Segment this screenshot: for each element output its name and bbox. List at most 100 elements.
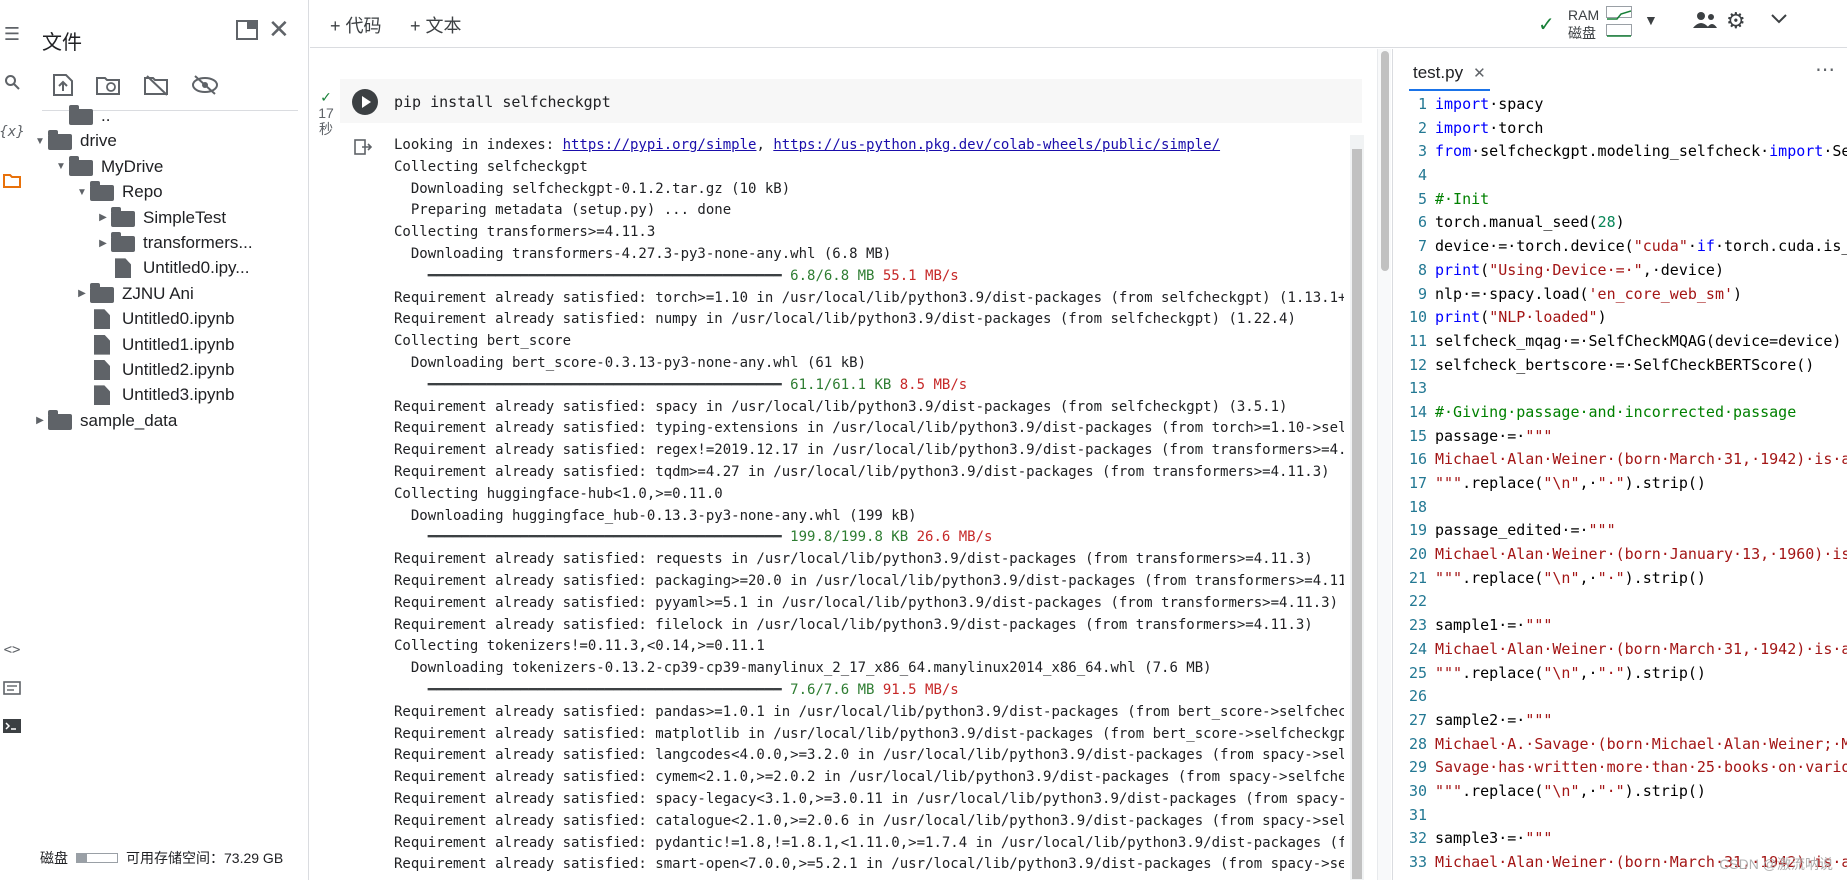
folder-item[interactable]: ▶ ZJNU Ani (74, 280, 194, 308)
resource-monitor[interactable]: RAM 磁盘 (1568, 6, 1599, 42)
code-line[interactable]: 22 (1393, 590, 1847, 614)
share-people-icon[interactable] (1692, 10, 1718, 35)
code-line[interactable]: 10 print("NLP·loaded") (1393, 306, 1847, 330)
caret-right-icon[interactable]: ▶ (95, 212, 111, 223)
line-number: 13 (1408, 379, 1427, 398)
code-line[interactable]: 27 sample2·=·""" (1393, 709, 1847, 733)
search-icon[interactable] (0, 70, 24, 94)
code-line[interactable]: 24 Michael·Alan·Weiner·(born·March·31,·19… (1393, 638, 1847, 662)
output-scrollbar[interactable] (1350, 135, 1364, 880)
code-line[interactable]: 25 """.replace("\n",·"·").strip() (1393, 662, 1847, 686)
folder-item[interactable]: .. (53, 102, 110, 130)
code-token: """ (1525, 616, 1553, 635)
close-tab-icon[interactable]: ✕ (1473, 64, 1486, 82)
code-token: ·selfcheckgpt.modeling_selfcheck· (1471, 142, 1770, 161)
code-line[interactable]: 8 print("Using·Device·=·",·device) (1393, 259, 1847, 283)
editor-tab[interactable]: test.py ✕ (1409, 57, 1490, 91)
settings-gear-icon[interactable]: ⚙ (1726, 8, 1746, 34)
notebook-scrollbar[interactable] (1377, 49, 1391, 880)
refresh-folder-icon[interactable] (94, 70, 124, 100)
folder-item[interactable]: ▼ drive (32, 127, 117, 155)
code-line[interactable]: 19 passage_edited·=·""" (1393, 519, 1847, 543)
code-line[interactable]: 15 passage·=·""" (1393, 425, 1847, 449)
index-link[interactable]: https://us-python.pkg.dev/colab-wheels/p… (773, 137, 1220, 153)
output-scrollbar-thumb[interactable] (1352, 149, 1362, 879)
code-line[interactable]: 18 (1393, 496, 1847, 520)
file-item[interactable]: Untitled2.ipynb (74, 356, 234, 384)
index-link[interactable]: https://pypi.org/simple (563, 137, 757, 153)
code-line[interactable]: 16 Michael·Alan·Weiner·(born·March·31,·19… (1393, 448, 1847, 472)
resources-dropdown-icon[interactable]: ▼ (1644, 12, 1658, 28)
folder-item[interactable]: ▼ MyDrive (53, 153, 163, 181)
table-of-contents-icon[interactable]: ☰ (0, 22, 24, 46)
code-line[interactable]: 20 Michael·Alan·Weiner·(born·January·13,·… (1393, 543, 1847, 567)
output-text: Requirement already satisfied: regex!=20… (394, 442, 1344, 459)
code-line[interactable]: 2 import·torch (1393, 117, 1847, 141)
output-text: Requirement already satisfied: spacy in … (394, 398, 1288, 415)
folder-item[interactable]: ▶ transformers... (95, 229, 253, 257)
add-code-button[interactable]: + 代码 (330, 12, 382, 38)
code-line[interactable]: 17 """.replace("\n",·"·").strip() (1393, 472, 1847, 496)
code-line[interactable]: 3 from·selfcheckgpt.modeling_selfcheck·im… (1393, 140, 1847, 164)
code-line[interactable]: 28 Michael·A.·Savage·(born·Michael·Alan·W… (1393, 733, 1847, 757)
code-text: nlp·=·spacy.load('en_core_web_sm') (1435, 283, 1742, 307)
folder-item[interactable]: ▶ SimpleTest (95, 204, 226, 232)
code-snippets-icon[interactable]: <> (0, 638, 24, 662)
code-token: #·Init (1435, 189, 1490, 208)
code-token: import (1435, 118, 1490, 137)
open-in-tab-icon[interactable] (236, 20, 258, 46)
unmount-drive-icon[interactable] (142, 70, 172, 100)
file-panel: 文件 ✕ .. ▼ drive ▼ MyDrive ▼ Repo ▶ SimpleTest ▶ tr… (30, 0, 309, 880)
collapse-chevron-icon[interactable] (1770, 12, 1788, 30)
caret-right-icon[interactable]: ▶ (95, 238, 111, 249)
hide-hidden-files-icon[interactable] (190, 70, 220, 100)
code-line[interactable]: 6 torch.manual_seed(28) (1393, 211, 1847, 235)
editor-code[interactable]: 1 import·spacy 2 import·torch 3 from·selfchec… (1393, 93, 1847, 875)
caret-down-icon[interactable]: ▼ (53, 161, 69, 172)
code-line[interactable]: 21 """.replace("\n",·"·").strip() (1393, 567, 1847, 591)
output-actions-icon[interactable] (354, 139, 373, 160)
file-item[interactable]: Untitled0.ipy... (95, 254, 249, 282)
caret-right-icon[interactable]: ▶ (74, 288, 90, 299)
folder-icon (69, 155, 93, 176)
code-line[interactable]: 14 #·Giving·passage·and·incorrected·passa… (1393, 401, 1847, 425)
code-line[interactable]: 31 (1393, 804, 1847, 828)
code-text: """.replace("\n",·"·").strip() (1435, 472, 1706, 496)
code-line[interactable]: 7 device·=·torch.device("cuda"·if·torch.c… (1393, 235, 1847, 259)
file-icon (94, 385, 110, 406)
code-line[interactable]: 12 selfcheck_bertscore·=·SelfCheckBERTSco… (1393, 354, 1847, 378)
files-icon[interactable] (0, 168, 24, 192)
code-line[interactable]: 26 (1393, 685, 1847, 709)
cell-code[interactable]: pip install selfcheckgpt (394, 93, 611, 111)
code-line[interactable]: 4 (1393, 164, 1847, 188)
code-line[interactable]: 13 (1393, 377, 1847, 401)
code-line[interactable]: 9 nlp·=·spacy.load('en_core_web_sm') (1393, 283, 1847, 307)
code-line[interactable]: 32 sample3·=·""" (1393, 827, 1847, 851)
code-token: """ (1525, 710, 1553, 729)
caret-down-icon[interactable]: ▼ (74, 187, 90, 198)
add-text-button[interactable]: + 文本 (410, 12, 462, 38)
folder-item[interactable]: ▼ Repo (74, 178, 163, 206)
folder-item[interactable]: ▶ sample_data (32, 407, 177, 435)
file-icon (94, 334, 110, 355)
run-cell-button[interactable] (352, 89, 378, 115)
command-palette-icon[interactable] (0, 676, 24, 700)
variables-icon[interactable]: {x} (0, 120, 25, 144)
caret-down-icon[interactable]: ▼ (32, 136, 48, 147)
code-line[interactable]: 29 Savage·has·written·more·than·25·books·… (1393, 756, 1847, 780)
notebook-scrollbar-thumb[interactable] (1381, 51, 1389, 271)
terminal-icon[interactable] (0, 714, 24, 738)
upload-file-icon[interactable] (48, 70, 78, 100)
file-item[interactable]: Untitled3.ipynb (74, 381, 234, 409)
code-line[interactable]: 1 import·spacy (1393, 93, 1847, 117)
file-item[interactable]: Untitled0.ipynb (74, 305, 234, 333)
close-icon[interactable]: ✕ (268, 14, 290, 45)
code-line[interactable]: 5 #·Init (1393, 188, 1847, 212)
code-line[interactable]: 23 sample1·=·""" (1393, 614, 1847, 638)
code-line[interactable]: 30 """.replace("\n",·"·").strip() (1393, 780, 1847, 804)
more-options-icon[interactable]: ⋯ (1815, 57, 1835, 82)
caret-right-icon[interactable]: ▶ (32, 415, 48, 426)
file-item[interactable]: Untitled1.ipynb (74, 331, 234, 359)
output-text: Requirement already satisfied: requests … (394, 551, 1313, 568)
code-line[interactable]: 11 selfcheck_mqag·=·SelfCheckMQAG(device=… (1393, 330, 1847, 354)
